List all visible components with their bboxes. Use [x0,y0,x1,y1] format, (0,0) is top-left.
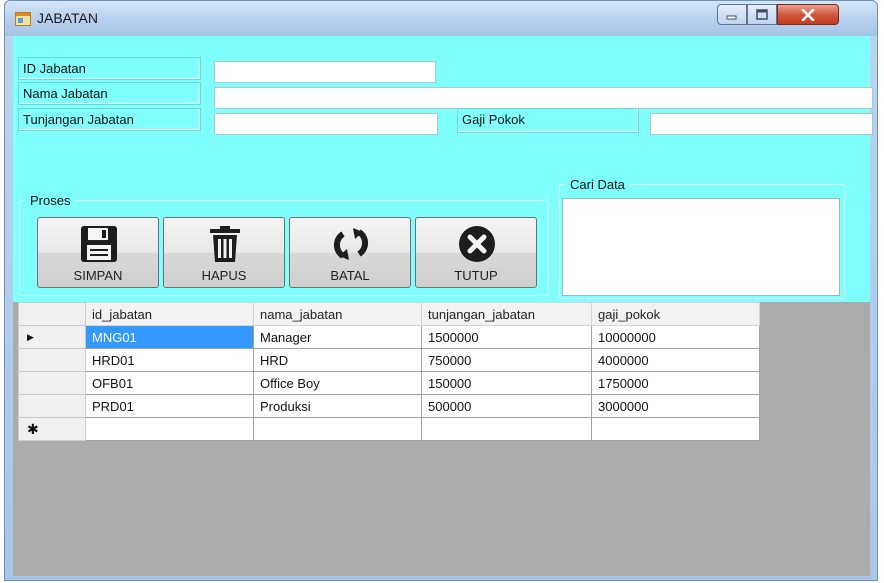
new-cell-gaji-pokok[interactable] [591,417,760,441]
hapus-label: HAPUS [201,268,247,283]
column-header-id-jabatan[interactable]: id_jabatan [85,302,254,326]
batal-label: BATAL [330,268,370,283]
new-cell-id-jabatan[interactable] [85,417,254,441]
batal-button[interactable]: BATAL [289,217,411,288]
cell-nama-jabatan[interactable]: Manager [253,325,422,349]
maximize-button[interactable] [747,4,777,25]
tutup-button[interactable]: TUTUP [415,217,537,288]
cell-gaji-pokok[interactable]: 10000000 [591,325,760,349]
tutup-label: TUTUP [454,268,498,283]
jabatan-window: JABATAN ID Jabatan Nama Jabatan Tunjanga… [4,0,878,581]
cell-tunjangan-jabatan[interactable]: 750000 [421,348,592,372]
window-title: JABATAN [37,10,98,26]
simpan-button[interactable]: SIMPAN [37,217,159,288]
column-header-gaji-pokok[interactable]: gaji_pokok [591,302,760,326]
form-icon [15,12,31,26]
row-header-corner [18,302,86,326]
cell-id-jabatan[interactable]: HRD01 [85,348,254,372]
cari-data-legend: Cari Data [570,177,625,192]
nama-jabatan-input[interactable] [214,87,873,109]
minimize-button[interactable] [717,4,747,25]
gaji-pokok-input[interactable] [650,113,873,135]
close-circle-icon [459,226,495,262]
cell-id-jabatan[interactable]: PRD01 [85,394,254,418]
cell-gaji-pokok[interactable]: 4000000 [591,348,760,372]
tunjangan-jabatan-input[interactable] [214,113,438,135]
column-header-nama-jabatan[interactable]: nama_jabatan [253,302,422,326]
table-row[interactable]: PRD01 Produksi 500000 3000000 [18,394,760,418]
cell-nama-jabatan[interactable]: Produksi [253,394,422,418]
column-header-tunjangan-jabatan[interactable]: tunjangan_jabatan [421,302,592,326]
row-header[interactable] [18,348,86,372]
cari-data-area[interactable] [562,198,840,296]
cell-nama-jabatan[interactable]: HRD [253,348,422,372]
cell-gaji-pokok[interactable]: 1750000 [591,371,760,395]
cell-tunjangan-jabatan[interactable]: 500000 [421,394,592,418]
row-header[interactable] [18,394,86,418]
row-header[interactable] [18,371,86,395]
close-icon [801,8,815,21]
gaji-pokok-label: Gaji Pokok [457,108,639,133]
table-row[interactable]: ▶ MNG01 Manager 1500000 10000000 [18,325,760,349]
hapus-button[interactable]: HAPUS [163,217,285,288]
tunjangan-jabatan-label: Tunjangan Jabatan [18,108,201,131]
new-cell-tunjangan-jabatan[interactable] [421,417,592,441]
title-bar[interactable]: JABATAN [5,1,877,36]
cell-nama-jabatan[interactable]: Office Boy [253,371,422,395]
cell-id-jabatan[interactable]: OFB01 [85,371,254,395]
id-jabatan-input[interactable] [214,61,436,83]
cell-tunjangan-jabatan[interactable]: 1500000 [421,325,592,349]
minimize-icon [726,15,737,19]
proses-legend: Proses [30,193,71,208]
new-cell-nama-jabatan[interactable] [253,417,422,441]
new-row[interactable]: ✱ [18,417,760,441]
id-jabatan-label: ID Jabatan [18,57,201,80]
form-client-area: ID Jabatan Nama Jabatan Tunjangan Jabata… [13,36,873,576]
grid-header-row: id_jabatan nama_jabatan tunjangan_jabata… [18,302,760,326]
table-row[interactable]: HRD01 HRD 750000 4000000 [18,348,760,372]
maximize-icon [756,9,768,20]
nama-jabatan-label: Nama Jabatan [18,82,201,105]
data-grid[interactable]: id_jabatan nama_jabatan tunjangan_jabata… [13,302,870,576]
simpan-label: SIMPAN [73,268,123,283]
new-row-icon[interactable]: ✱ [18,417,86,441]
cell-gaji-pokok[interactable]: 3000000 [591,394,760,418]
save-icon [81,226,117,262]
cell-tunjangan-jabatan[interactable]: 150000 [421,371,592,395]
table-row[interactable]: OFB01 Office Boy 150000 1750000 [18,371,760,395]
close-window-button[interactable] [777,4,839,25]
cell-id-jabatan[interactable]: MNG01 [85,325,254,349]
current-row-icon[interactable]: ▶ [18,325,86,349]
refresh-icon [334,228,368,260]
jabatan-table: id_jabatan nama_jabatan tunjangan_jabata… [18,302,760,441]
trash-icon [210,226,240,262]
